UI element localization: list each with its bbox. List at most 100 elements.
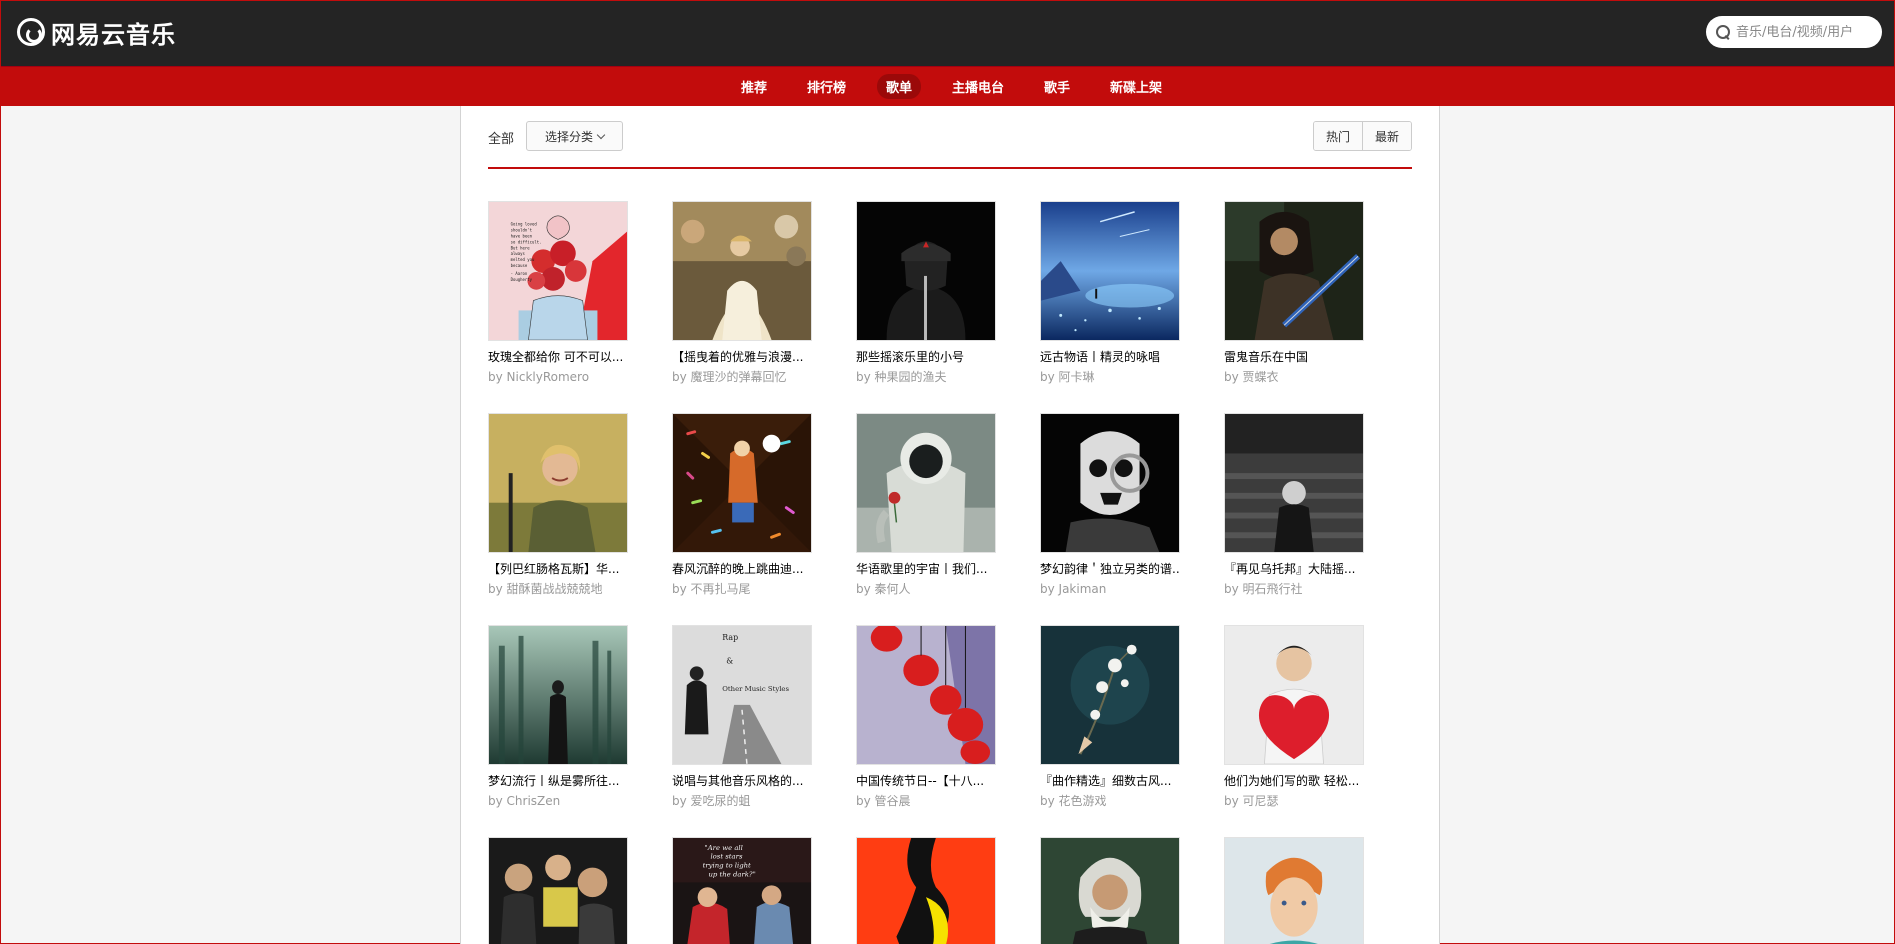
cover-text: - Aaron <box>511 271 528 276</box>
playlist-card: 春风沉醉的晚上跳曲迪... by 不再扎马尾 <box>672 413 812 597</box>
author-link[interactable]: by 花色游戏 <box>1040 794 1107 808</box>
cover-text: Going loved <box>511 222 537 227</box>
playlist-card: 那些摇滚乐里的小号 by 种果园的渔夫 <box>856 201 996 385</box>
playlist-title[interactable]: 他们为她们写的歌 轻松... <box>1224 773 1364 789</box>
playlist-card <box>856 837 996 944</box>
playlist-cover[interactable] <box>672 201 812 341</box>
author-link[interactable]: by 阿卡琳 <box>1040 370 1095 384</box>
playlist-author: by 甜酥菌战战兢兢地 <box>488 581 628 597</box>
search-input[interactable] <box>1736 24 1876 40</box>
playlist-cover[interactable] <box>1040 413 1180 553</box>
playlist-author: by 管谷晨 <box>856 793 996 809</box>
cover-text: so difficult. <box>511 239 542 244</box>
playlist-title[interactable]: 远古物语丨精灵的咏唱 <box>1040 349 1180 365</box>
chevron-down-icon <box>596 130 606 139</box>
playlist-cover[interactable] <box>856 625 996 765</box>
cover-text: Rap <box>722 633 738 642</box>
cover-text: shouldn't <box>511 228 532 233</box>
playlist-cover[interactable]: Going loved shouldn't have been so diffi… <box>488 201 628 341</box>
playlist-cover[interactable] <box>1040 201 1180 341</box>
playlist-card: 中国传统节日--【十八... by 管谷晨 <box>856 625 996 809</box>
playlist-card: Going loved shouldn't have been so diffi… <box>488 201 628 385</box>
author-link[interactable]: by 可尼瑟 <box>1224 794 1279 808</box>
cover-text: have been <box>511 233 533 238</box>
sort-toggle: 热门 最新 <box>1312 121 1412 151</box>
cover-text: because <box>511 263 528 268</box>
author-link[interactable]: by 魔理沙的弹幕回忆 <box>672 370 787 384</box>
playlist-cover[interactable] <box>856 201 996 341</box>
cover-text: & <box>726 656 733 665</box>
nav-item-playlists[interactable]: 歌单 <box>876 74 921 99</box>
playlist-card: 『曲作精选』细数古风... by 花色游戏 <box>1040 625 1180 809</box>
playlist-title[interactable]: 春风沉醉的晚上跳曲迪... <box>672 561 812 577</box>
playlist-cover[interactable] <box>488 625 628 765</box>
nav-item-radio[interactable]: 主播电台 <box>943 74 1013 99</box>
playlist-grid: Going loved shouldn't have been so diffi… <box>488 201 1418 944</box>
author-link[interactable]: by 秦何人 <box>856 582 911 596</box>
playlist-title[interactable]: 说唱与其他音乐风格的... <box>672 773 812 789</box>
playlist-cover[interactable] <box>856 837 996 944</box>
cover-text: trying to light <box>703 862 751 870</box>
author-link[interactable]: by 贾蝶衣 <box>1224 370 1279 384</box>
playlist-author: by 不再扎马尾 <box>672 581 812 597</box>
playlist-title[interactable]: 中国传统节日--【十八... <box>856 773 996 789</box>
playlist-title[interactable]: 那些摇滚乐里的小号 <box>856 349 996 365</box>
playlist-cover[interactable] <box>1040 625 1180 765</box>
category-select-button[interactable]: 选择分类 <box>526 121 623 151</box>
playlist-cover[interactable] <box>1224 625 1364 765</box>
nav-item-charts[interactable]: 排行榜 <box>798 74 855 99</box>
logo-text: 网易云音乐 <box>51 20 176 49</box>
search-icon <box>1716 25 1730 39</box>
filter-bar: 全部 选择分类 热门 最新 <box>488 106 1412 169</box>
playlist-author: by 秦何人 <box>856 581 996 597</box>
sub-nav: 推荐 排行榜 歌单 主播电台 歌手 新碟上架 <box>1 66 1894 106</box>
playlist-title[interactable]: 玫瑰全都给你 可不可以... <box>488 349 628 365</box>
logo[interactable]: 网易云音乐 <box>17 15 176 49</box>
netease-music-logo-icon <box>17 18 45 46</box>
playlist-cover[interactable] <box>488 837 628 944</box>
playlist-card: "Are we all lost stars trying to light u… <box>672 837 812 944</box>
playlist-cover[interactable] <box>672 413 812 553</box>
playlist-cover[interactable] <box>1040 837 1180 944</box>
playlist-title[interactable]: 华语歌里的宇宙丨我们... <box>856 561 996 577</box>
author-link[interactable]: by NicklyRomero <box>488 370 589 384</box>
playlist-title[interactable]: 梦幻流行丨纵是雾所往... <box>488 773 628 789</box>
sort-hot-button[interactable]: 热门 <box>1313 122 1362 150</box>
playlist-card: 他们为她们写的歌 轻松... by 可尼瑟 <box>1224 625 1364 809</box>
playlist-title[interactable]: 【摇曳着的优雅与浪漫... <box>672 349 812 365</box>
playlist-cover[interactable] <box>1224 413 1364 553</box>
all-label: 全部 <box>488 132 515 147</box>
nav-item-new-albums[interactable]: 新碟上架 <box>1101 74 1171 99</box>
playlist-card <box>1040 837 1180 944</box>
author-link[interactable]: by ChrisZen <box>488 794 560 808</box>
playlist-card <box>1224 837 1364 944</box>
playlist-cover[interactable] <box>488 413 628 553</box>
author-link[interactable]: by 不再扎马尾 <box>672 582 751 596</box>
playlist-cover[interactable] <box>1224 837 1364 944</box>
playlist-cover[interactable] <box>1224 201 1364 341</box>
playlist-title[interactable]: 【列巴红肠格瓦斯】华... <box>488 561 628 577</box>
author-link[interactable]: by 爱吃尿的蛆 <box>672 794 751 808</box>
playlist-card: 雷鬼音乐在中国 by 贾蝶衣 <box>1224 201 1364 385</box>
playlist-cover[interactable]: Rap & Other Music Styles <box>672 625 812 765</box>
playlist-title[interactable]: 『曲作精选』细数古风... <box>1040 773 1180 789</box>
author-link[interactable]: by Jakiman <box>1040 582 1106 596</box>
playlist-card: 华语歌里的宇宙丨我们... by 秦何人 <box>856 413 996 597</box>
playlist-cover[interactable]: "Are we all lost stars trying to light u… <box>672 837 812 944</box>
playlist-card: 『再见乌托邦』大陆摇... by 明石飛行社 <box>1224 413 1364 597</box>
playlist-author: by 魔理沙的弹幕回忆 <box>672 369 812 385</box>
nav-item-recommend[interactable]: 推荐 <box>732 74 776 99</box>
playlist-cover[interactable] <box>856 413 996 553</box>
playlist-title[interactable]: 雷鬼音乐在中国 <box>1224 349 1364 365</box>
playlist-title[interactable]: 梦幻韵律＇独立另类的谱... <box>1040 561 1180 577</box>
author-link[interactable]: by 管谷晨 <box>856 794 911 808</box>
nav-item-artists[interactable]: 歌手 <box>1035 74 1079 99</box>
playlist-title[interactable]: 『再见乌托邦』大陆摇... <box>1224 561 1364 577</box>
author-link[interactable]: by 明石飛行社 <box>1224 582 1303 596</box>
author-link[interactable]: by 甜酥菌战战兢兢地 <box>488 582 603 596</box>
search-box[interactable] <box>1706 16 1882 48</box>
cover-text: Dougherty <box>511 277 533 282</box>
sort-new-button[interactable]: 最新 <box>1361 122 1411 150</box>
cover-text: up the dark?" <box>708 870 755 878</box>
author-link[interactable]: by 种果园的渔夫 <box>856 370 947 384</box>
